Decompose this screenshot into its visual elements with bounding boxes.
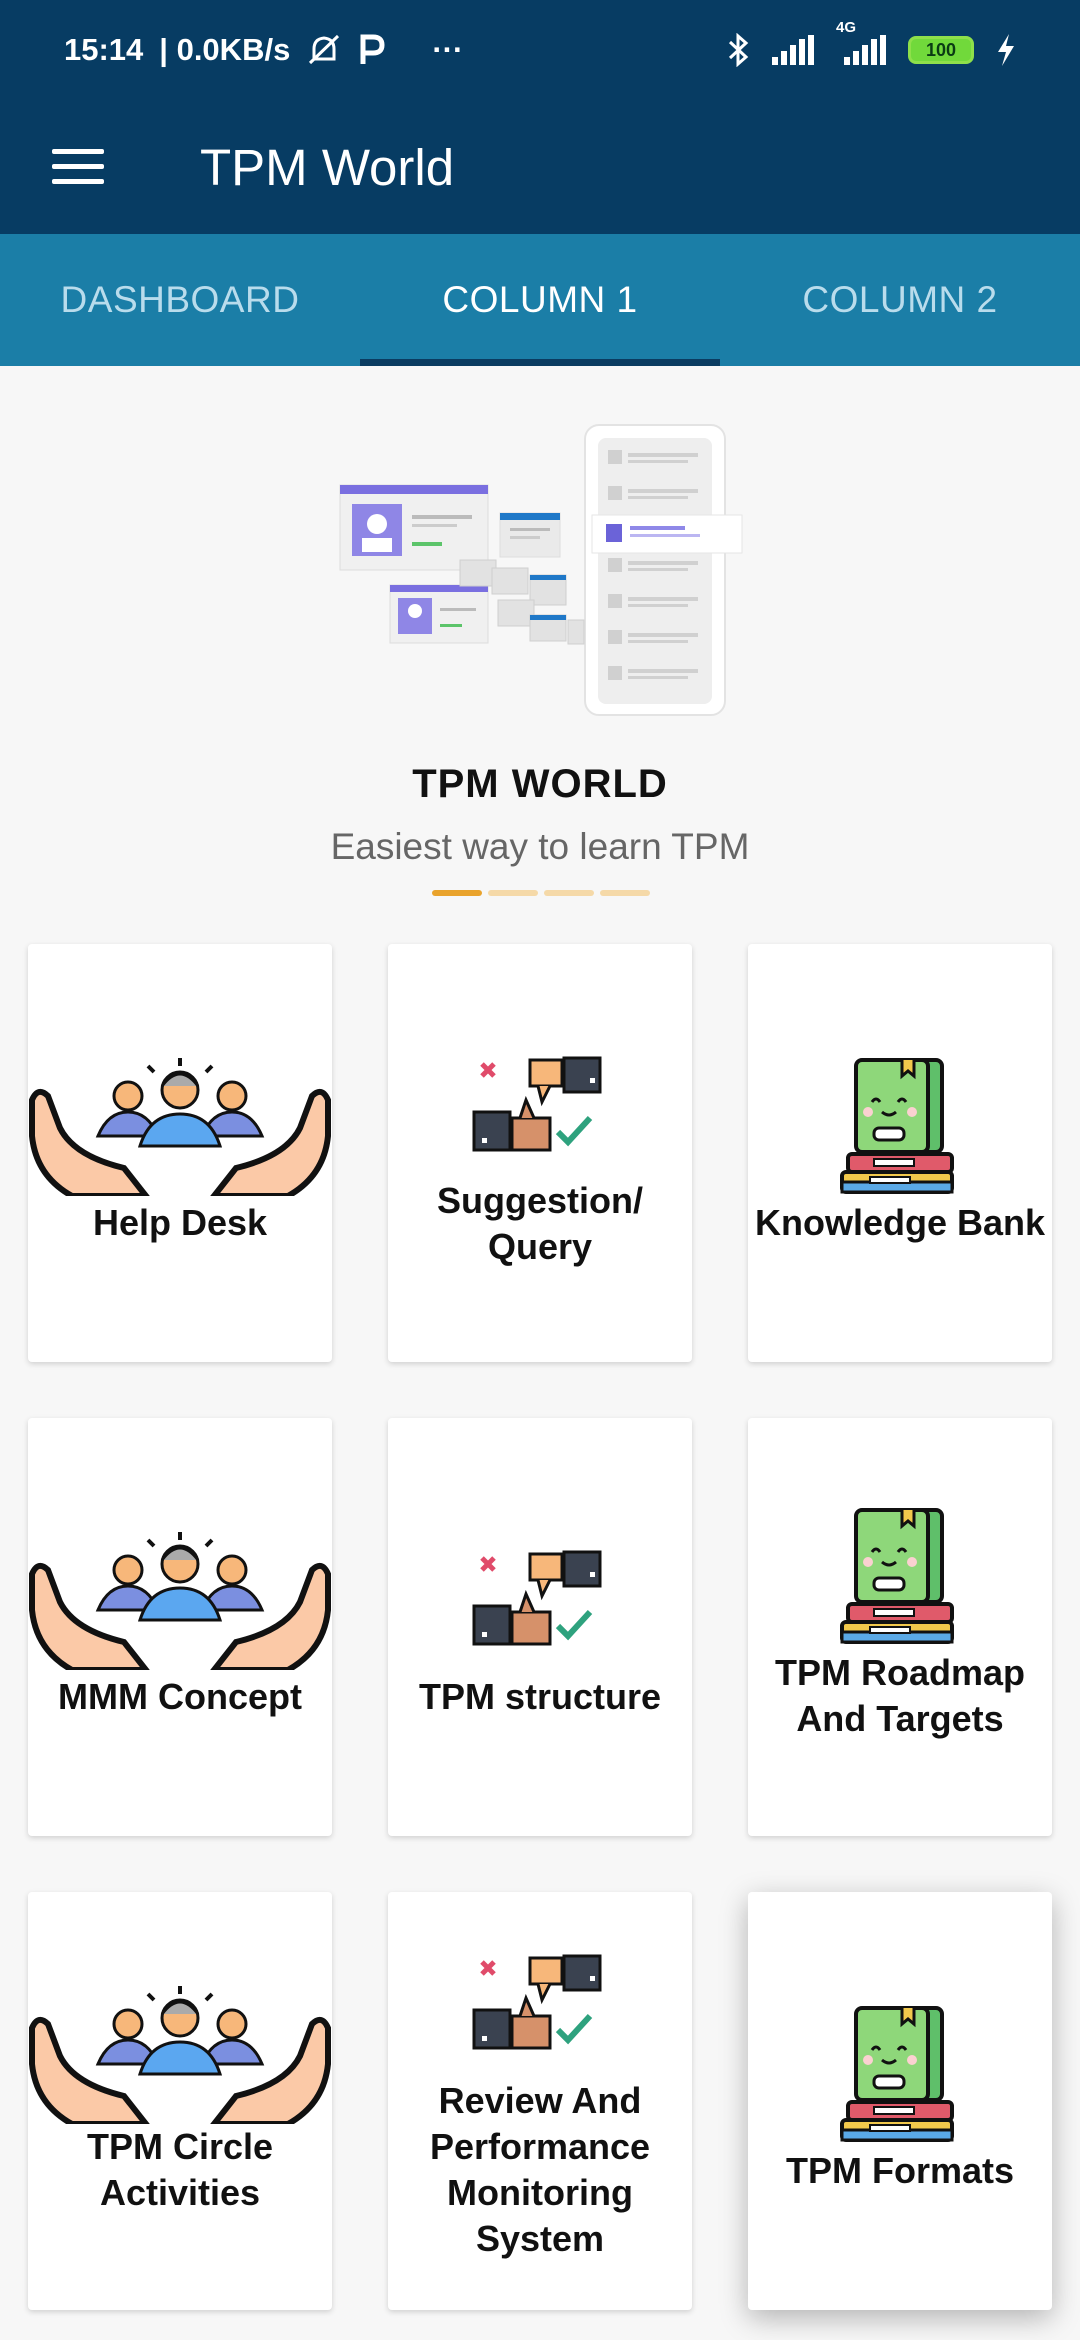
thumbs-feedback-icon: [470, 1056, 610, 1156]
app-bar: TPM World: [0, 100, 1080, 234]
network-type: 4G: [836, 19, 857, 36]
hero-title: TPM WORLD: [412, 762, 668, 806]
card-tpm-structure[interactable]: TPM structure: [388, 1418, 692, 1836]
card-help-desk[interactable]: Help Desk: [28, 944, 332, 1362]
page-dot[interactable]: [488, 890, 538, 896]
card-review-performance[interactable]: Review And Performance Monitoring System: [388, 1892, 692, 2310]
battery-indicator: 100: [908, 36, 974, 64]
more-notifications-icon: ···: [432, 32, 464, 67]
signal-4g: 4G: [836, 19, 886, 65]
card-label: Help Desk: [92, 1202, 268, 1243]
page-dot-active[interactable]: [432, 890, 482, 896]
books-icon: [840, 1056, 960, 1196]
tab-bar: DASHBOARD COLUMN 1 COLUMN 2: [0, 234, 1080, 366]
card-suggestion-query[interactable]: Suggestion/ Query: [388, 944, 692, 1362]
bluetooth-icon: [728, 33, 749, 67]
thumbs-feedback-icon: [470, 1954, 610, 2054]
card-tpm-circle-activities[interactable]: TPM Circle Activities: [28, 1892, 332, 2310]
card-mmm-concept[interactable]: MMM Concept: [28, 1418, 332, 1836]
signal-icon: [772, 35, 814, 65]
menu-icon[interactable]: [52, 149, 104, 185]
card-knowledge-bank[interactable]: Knowledge Bank: [748, 944, 1052, 1362]
signal-4g-icon: [844, 35, 886, 65]
mute-bell-icon: [309, 34, 340, 65]
team-hands-icon: [28, 1984, 332, 2124]
books-icon: [840, 1506, 960, 1646]
card-label: TPM structure: [418, 1676, 662, 1717]
thumbs-feedback-icon: [470, 1550, 610, 1650]
status-time: 15:14: [64, 32, 144, 67]
card-label: Review And Performance Monitoring System: [429, 2080, 651, 2259]
team-hands-icon: [28, 1530, 332, 1670]
status-speed: | 0.0KB/s: [159, 32, 291, 67]
card-tpm-roadmap[interactable]: TPM Roadmap And Targets: [748, 1418, 1052, 1836]
card-label: Knowledge Bank: [754, 1202, 1046, 1243]
app-title: TPM World: [200, 138, 455, 196]
parking-icon: [360, 34, 385, 64]
tab-dashboard[interactable]: DASHBOARD: [0, 234, 360, 366]
card-tpm-formats[interactable]: TPM Formats: [748, 1892, 1052, 2310]
books-icon: [840, 2004, 960, 2144]
charging-icon: [998, 34, 1014, 66]
status-bar: 15:14 | 0.0KB/s ··· 4G 100: [0, 0, 1080, 100]
hero-subtitle: Easiest way to learn TPM: [330, 826, 750, 867]
card-label: MMM Concept: [58, 1676, 302, 1717]
tab-column-2[interactable]: COLUMN 2: [720, 234, 1080, 366]
card-label: TPM Formats: [785, 2150, 1015, 2191]
team-hands-icon: [28, 1056, 332, 1196]
hero-illustration: [339, 424, 743, 716]
page-dot[interactable]: [544, 890, 594, 896]
card-label: TPM Circle Activities: [86, 2126, 274, 2213]
card-label: Suggestion/ Query: [437, 1180, 643, 1267]
page-indicator: [432, 890, 650, 896]
page-dot[interactable]: [600, 890, 650, 896]
card-label: TPM Roadmap And Targets: [774, 1652, 1025, 1739]
tab-column-1[interactable]: COLUMN 1: [360, 234, 720, 366]
